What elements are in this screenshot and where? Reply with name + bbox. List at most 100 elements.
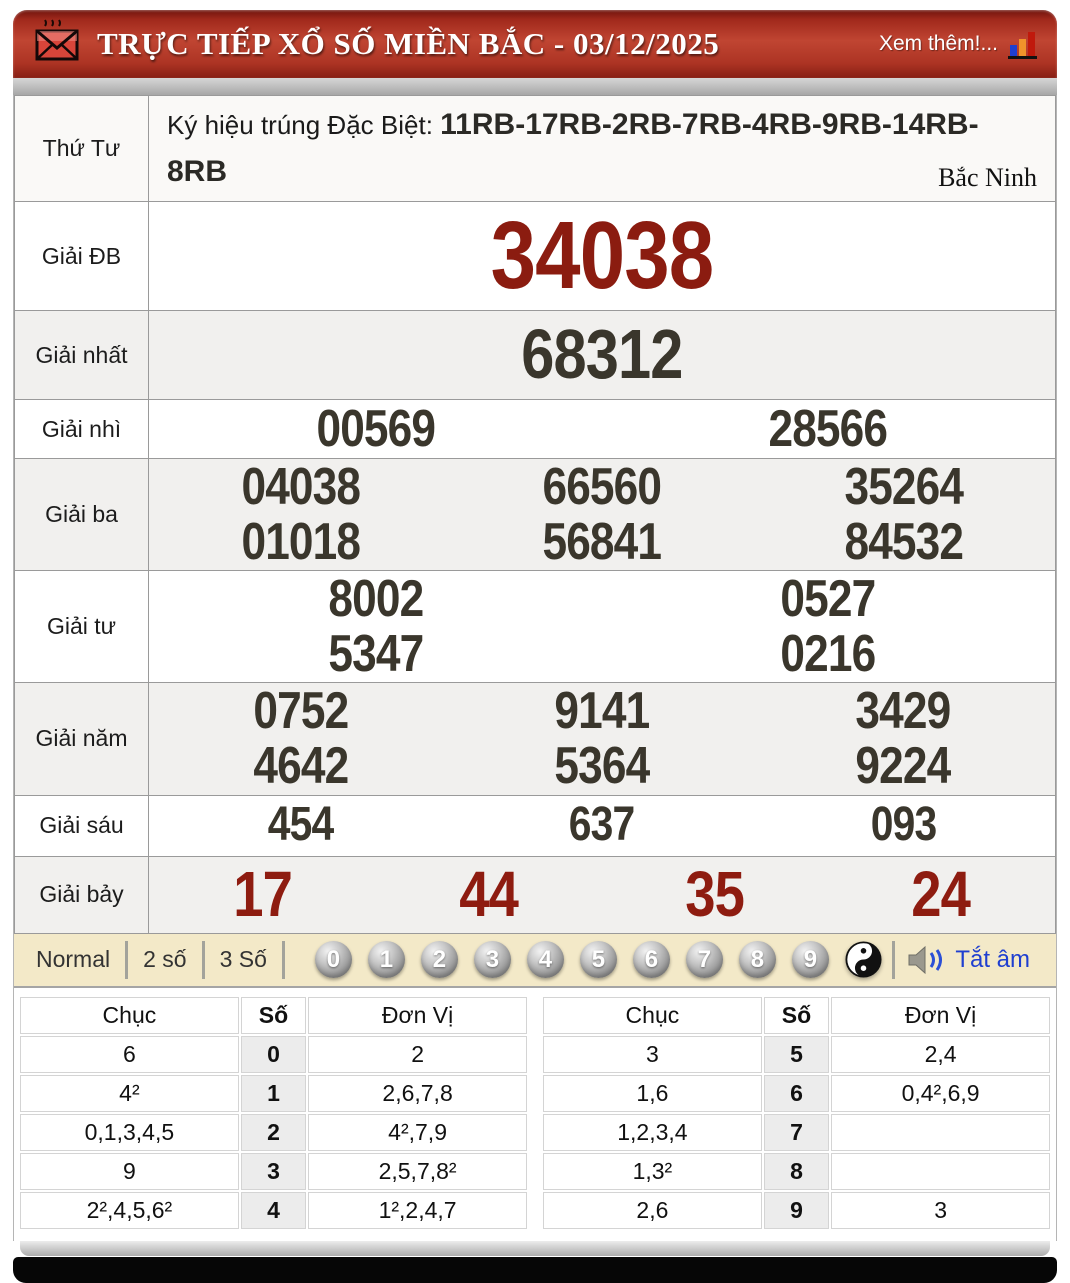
mute-button[interactable]: Tắt âm [907, 945, 1030, 975]
prize-number: 35 [685, 857, 746, 930]
prize-number: 3429 [855, 682, 952, 741]
prize-number: 0216 [780, 624, 877, 683]
prize-number: 84532 [843, 512, 964, 571]
envelope-icon [35, 19, 79, 61]
header-divider [13, 78, 1057, 95]
donvi-value: 1²,2,4,7 [308, 1191, 527, 1229]
stats-header-row: Chục Số Đơn Vị [543, 996, 1050, 1034]
donvi-value: 2,6,7,8 [308, 1074, 527, 1112]
donvi-value [831, 1113, 1050, 1151]
yin-yang-icon[interactable] [845, 941, 882, 978]
chuc-value: 1,6 [543, 1074, 762, 1112]
mode-normal[interactable]: Normal [34, 946, 125, 973]
bar-chart-icon[interactable] [1008, 30, 1037, 59]
prize-number: 04038 [241, 458, 361, 516]
speaker-icon [908, 945, 943, 974]
col-header-donvi: Đơn Vị [308, 996, 527, 1034]
table-row: 4² 1 2,6,7,8 [20, 1074, 527, 1112]
prize-number: 093 [870, 798, 937, 852]
chuc-value: 2,6 [543, 1191, 762, 1229]
donvi-value: 2 [308, 1035, 527, 1073]
col-header-so: Số [763, 996, 830, 1034]
divider [281, 940, 285, 979]
number-ball-6[interactable]: 6 [632, 941, 670, 979]
divider [892, 940, 896, 979]
chuc-value: 9 [20, 1152, 239, 1190]
prize-sixth-row: Giải sáu 454 637 093 [14, 794, 1056, 857]
number-ball-1[interactable]: 1 [367, 941, 405, 979]
number-ball-0[interactable]: 0 [314, 941, 352, 979]
draw-day-label: Thứ Tư [14, 95, 149, 202]
so-value: 6 [763, 1074, 830, 1112]
col-header-chuc: Chục [20, 996, 239, 1034]
lottery-widget: TRỰC TIẾP XỔ SỐ MIỀN BẮC - 03/12/2025 Xe… [13, 10, 1057, 1283]
table-row: 2²,4,5,6² 4 1²,2,4,7 [20, 1191, 527, 1229]
so-value: 9 [763, 1191, 830, 1229]
special-sign-text: Ký hiệu trúng Đặc Biệt: 11RB-17RB-2RB-7R… [167, 102, 1039, 195]
prize-fourth-label: Giải tư [14, 570, 149, 684]
prize-number: 9141 [554, 682, 651, 741]
province-name: Bắc Ninh [938, 163, 1037, 192]
number-ball-4[interactable]: 4 [526, 941, 564, 979]
so-value: 0 [240, 1035, 307, 1073]
stats-table-right: Chục Số Đơn Vị 3 5 2,4 1,6 6 0,4²,6,9 1,… [541, 995, 1052, 1231]
draw-info-row: Thứ Tư Ký hiệu trúng Đặc Biệt: 11RB-17RB… [14, 95, 1056, 202]
col-header-so: Số [240, 996, 307, 1034]
donvi-value: 2,4 [831, 1035, 1050, 1073]
prize-number: 0527 [780, 570, 877, 629]
prize-number: 4642 [253, 736, 349, 795]
so-value: 7 [763, 1113, 830, 1151]
footer-gray-bar [20, 1240, 1050, 1256]
prize-fourth-row: Giải tư 8002 0527 5347 0216 [14, 570, 1056, 684]
number-ball-2[interactable]: 2 [420, 941, 458, 979]
number-ball-3[interactable]: 3 [473, 941, 511, 979]
table-row: 1,6 6 0,4²,6,9 [543, 1074, 1050, 1112]
prize-second-row: Giải nhì 00569 28566 [14, 399, 1056, 459]
see-more-link[interactable]: Xem thêm!... [879, 32, 998, 56]
chuc-value: 0,1,3,4,5 [20, 1113, 239, 1151]
so-value: 1 [240, 1074, 307, 1112]
donvi-value [831, 1152, 1050, 1190]
special-sign-cell: Ký hiệu trúng Đặc Biệt: 11RB-17RB-2RB-7R… [148, 95, 1056, 202]
so-value: 2 [240, 1113, 307, 1151]
prize-number: 24 [911, 857, 972, 930]
prize-number: 66560 [542, 458, 663, 516]
prize-number: 5347 [328, 624, 425, 683]
donvi-value: 4²,7,9 [308, 1113, 527, 1151]
control-bar: Normal 2 số 3 Số 0 1 2 3 4 5 6 7 8 9 Tắt… [14, 933, 1056, 988]
prize-fifth-label: Giải năm [14, 682, 149, 796]
prize-number: 8002 [328, 570, 425, 629]
table-row: 6 0 2 [20, 1035, 527, 1073]
page-title: TRỰC TIẾP XỔ SỐ MIỀN BẮC - 03/12/2025 [97, 26, 720, 61]
prize-number: 5364 [554, 736, 651, 795]
prize-first-label: Giải nhất [14, 310, 149, 400]
mode-2-digits[interactable]: 2 số [128, 946, 201, 973]
number-ball-9[interactable]: 9 [791, 941, 829, 979]
prize-number: 454 [267, 798, 334, 852]
prize-number: 34038 [490, 201, 715, 309]
table-row: 3 5 2,4 [543, 1035, 1050, 1073]
mode-3-digits[interactable]: 3 Số [205, 946, 282, 973]
chuc-value: 4² [20, 1074, 239, 1112]
so-value: 5 [763, 1035, 830, 1073]
prize-number: 0752 [253, 682, 349, 741]
stats-header-row: Chục Số Đơn Vị [20, 996, 527, 1034]
number-ball-8[interactable]: 8 [738, 941, 776, 979]
footer-black-bar [13, 1256, 1057, 1283]
prize-number: 56841 [542, 512, 663, 571]
prize-third-row: Giải ba 04038 66560 35264 01018 56841 84… [14, 457, 1056, 572]
prize-number: 28566 [768, 399, 889, 458]
prize-first-row: Giải nhất 68312 [14, 310, 1056, 400]
prize-seventh-row: Giải bảy 17 44 35 24 [14, 855, 1056, 934]
chuc-value: 1,2,3,4 [543, 1113, 762, 1151]
number-ball-7[interactable]: 7 [685, 941, 723, 979]
donvi-value: 2,5,7,8² [308, 1152, 527, 1190]
so-value: 3 [240, 1152, 307, 1190]
donvi-value: 3 [831, 1191, 1050, 1229]
table-row: 0,1,3,4,5 2 4²,7,9 [20, 1113, 527, 1151]
chuc-value: 2²,4,5,6² [20, 1191, 239, 1229]
prize-number: 35264 [843, 458, 964, 516]
number-ball-5[interactable]: 5 [579, 941, 617, 979]
prize-number: 44 [459, 857, 520, 930]
prize-second-label: Giải nhì [14, 399, 149, 459]
